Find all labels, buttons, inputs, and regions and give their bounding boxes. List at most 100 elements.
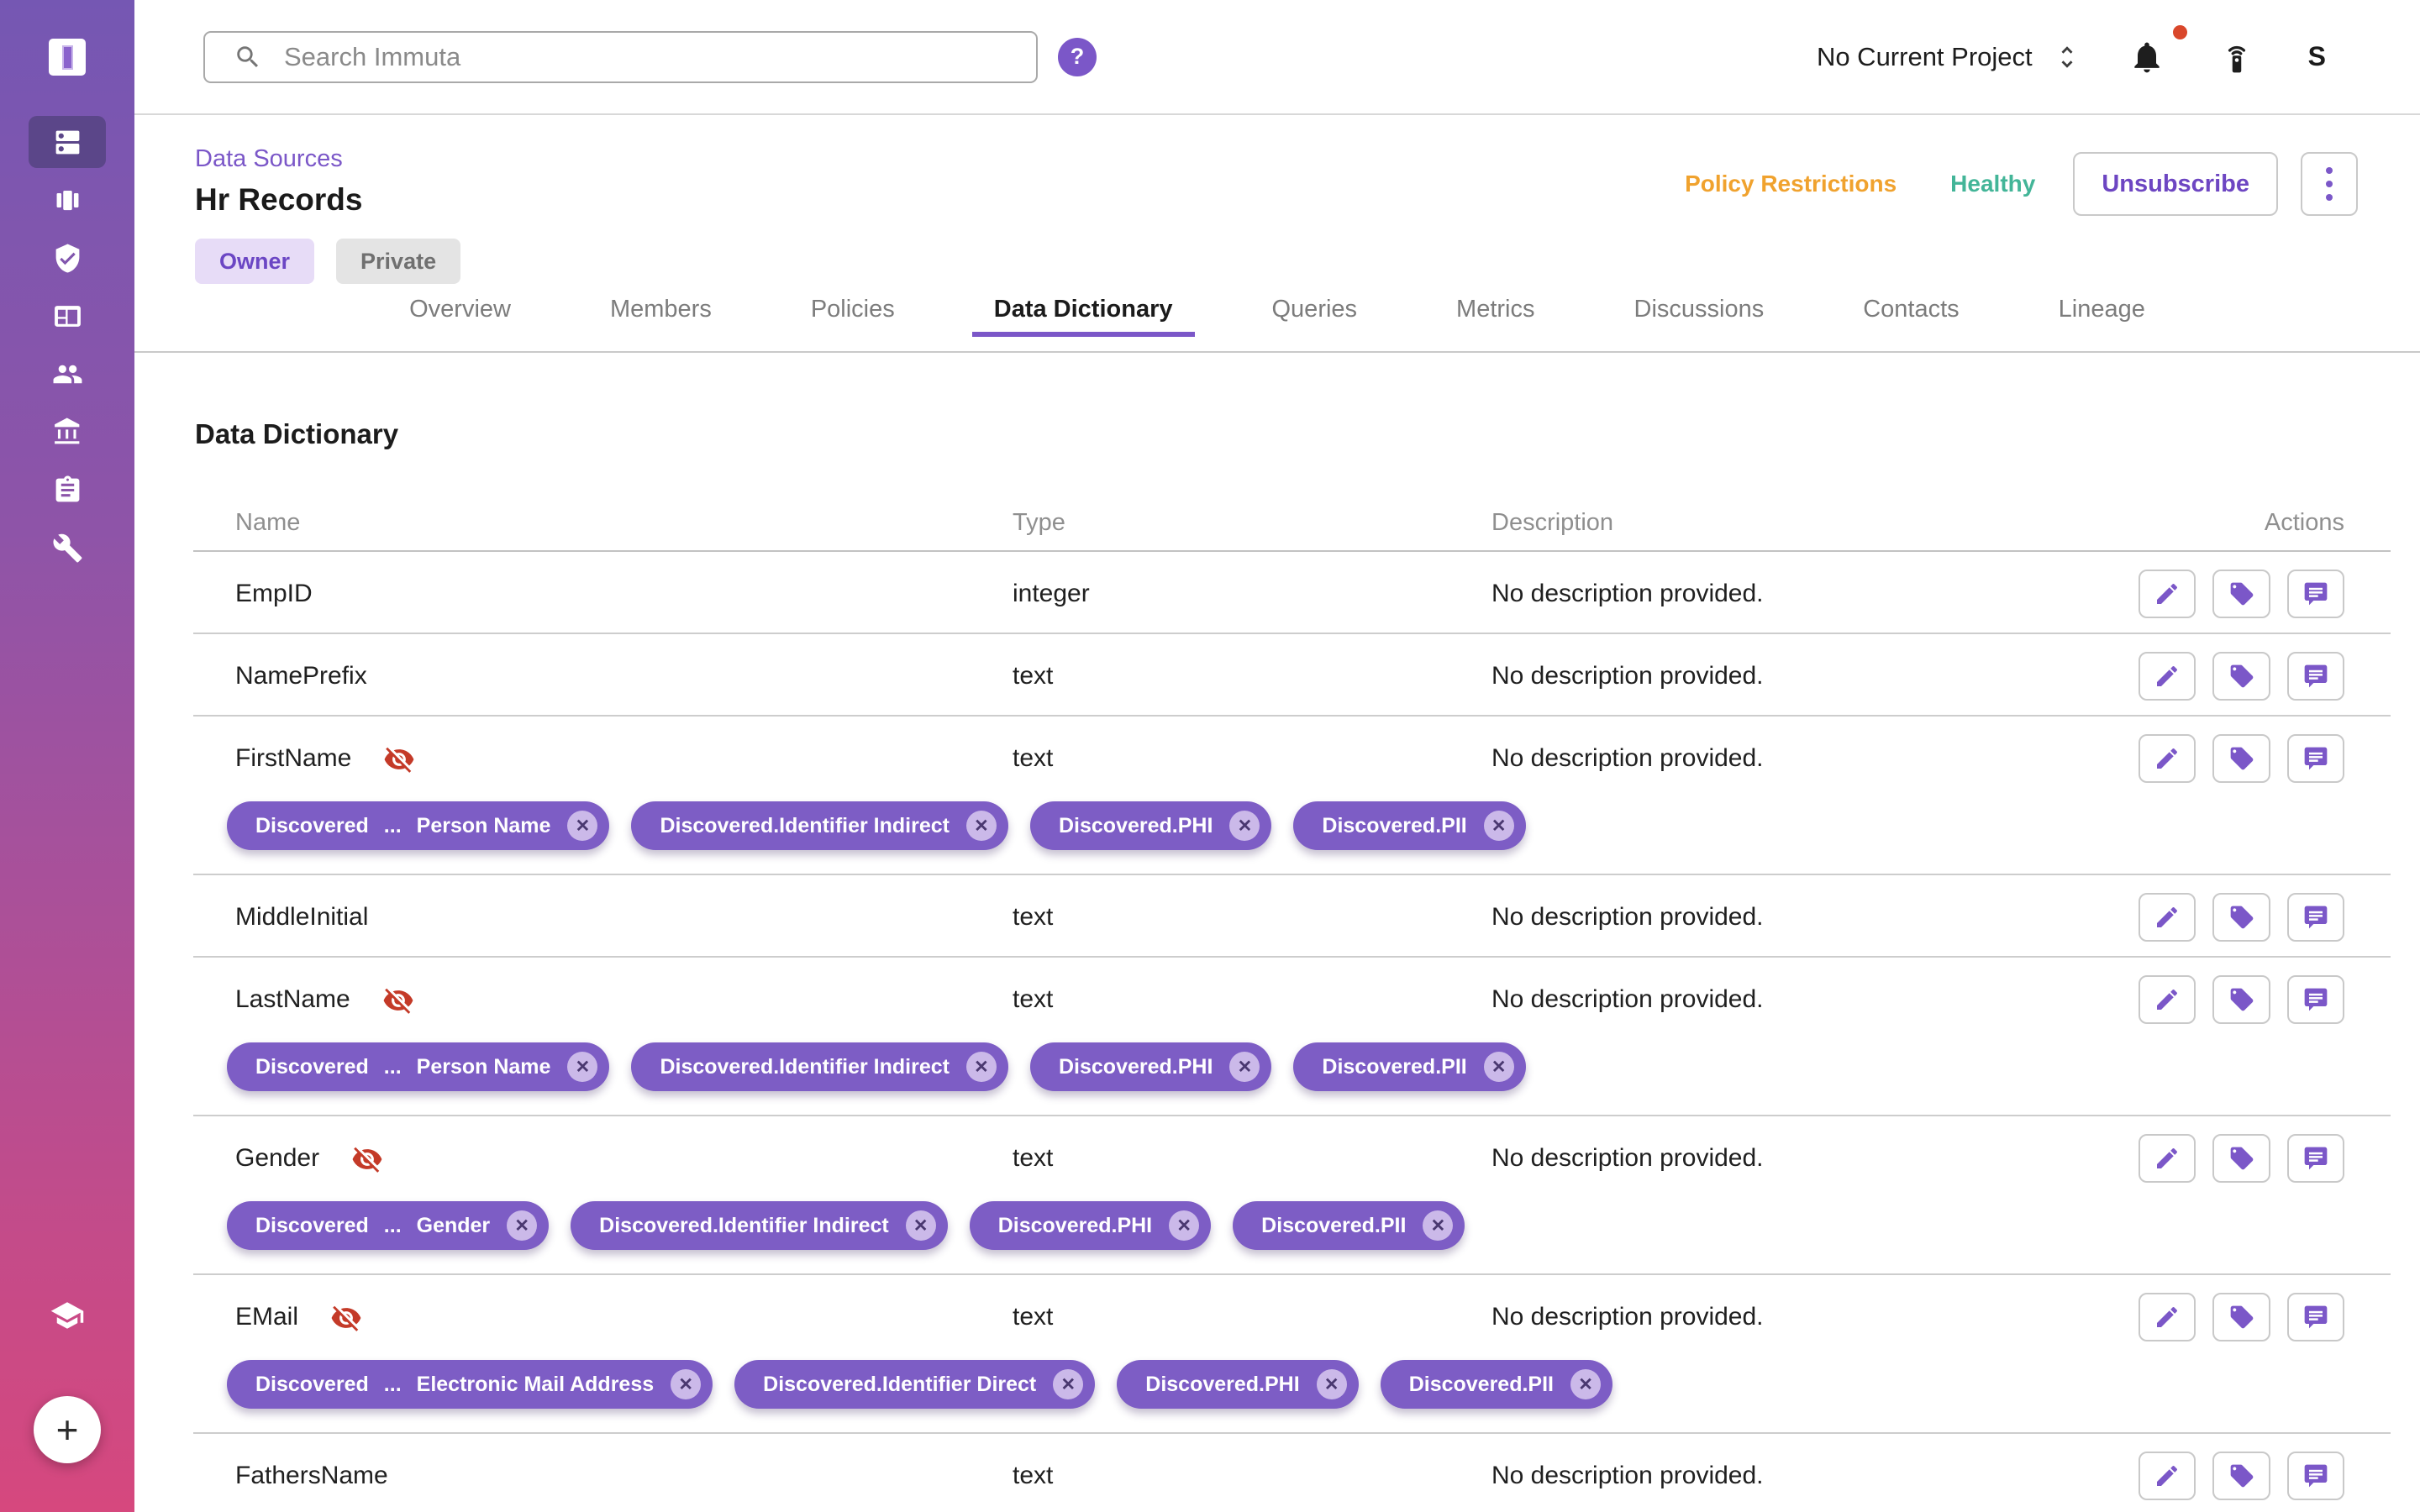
table-row: MiddleInitial text No description provid… xyxy=(193,875,2391,958)
edit-description-button[interactable] xyxy=(2139,893,2196,942)
tab-members[interactable]: Members xyxy=(588,287,734,337)
comments-button[interactable] xyxy=(2287,1293,2344,1341)
tag-pill[interactable]: Discovered.PII xyxy=(1293,1042,1525,1091)
comments-button[interactable] xyxy=(2287,1134,2344,1183)
remove-tag-icon[interactable] xyxy=(567,811,597,841)
sidebar-item-dashboard[interactable] xyxy=(29,290,106,342)
remove-tag-icon[interactable] xyxy=(906,1210,936,1241)
tag-pill[interactable]: Discovered.PHI xyxy=(970,1201,1211,1250)
comments-button[interactable] xyxy=(2287,893,2344,942)
edit-description-button[interactable] xyxy=(2139,1452,2196,1500)
sidebar-item-bank[interactable] xyxy=(29,406,106,458)
tab-discussions[interactable]: Discussions xyxy=(1612,287,1786,337)
tab-bar: Overview Members Policies Data Dictionary Qu… xyxy=(134,287,2420,337)
edit-tags-button[interactable] xyxy=(2212,570,2270,618)
remove-tag-icon[interactable] xyxy=(1229,811,1260,841)
remove-tag-icon[interactable] xyxy=(1484,811,1514,841)
edit-tags-button[interactable] xyxy=(2212,893,2270,942)
avatar[interactable]: S xyxy=(2308,41,2326,72)
comment-icon xyxy=(2302,580,2329,607)
bank-icon xyxy=(52,417,83,448)
tag-pill[interactable]: Discovered...Electronic Mail Address xyxy=(227,1360,713,1409)
whats-new-button[interactable] xyxy=(2219,39,2254,75)
sidebar-item-clipboard[interactable] xyxy=(29,464,106,516)
tag-pill[interactable]: Discovered.Identifier Indirect xyxy=(631,1042,1008,1091)
edit-description-button[interactable] xyxy=(2139,1293,2196,1341)
remove-tag-icon[interactable] xyxy=(966,811,997,841)
tag-pill[interactable]: Discovered.Identifier Indirect xyxy=(571,1201,948,1250)
tab-metrics[interactable]: Metrics xyxy=(1434,287,1556,337)
health-status[interactable]: Healthy xyxy=(1950,171,2035,197)
edit-description-button[interactable] xyxy=(2139,1134,2196,1183)
notifications-button[interactable] xyxy=(2128,39,2165,76)
remove-tag-icon[interactable] xyxy=(1570,1369,1601,1399)
column-type: text xyxy=(1013,634,1491,715)
tab-contacts[interactable]: Contacts xyxy=(1841,287,1981,337)
more-options-button[interactable] xyxy=(2301,152,2358,216)
remove-tag-icon[interactable] xyxy=(567,1052,597,1082)
remove-tag-icon[interactable] xyxy=(1229,1052,1260,1082)
tag-pill[interactable]: Discovered.PHI xyxy=(1117,1360,1358,1409)
edit-description-button[interactable] xyxy=(2139,975,2196,1024)
edit-description-button[interactable] xyxy=(2139,570,2196,618)
sidebar-item-learn[interactable] xyxy=(0,1296,134,1335)
pencil-icon xyxy=(2154,1304,2181,1331)
remove-tag-icon[interactable] xyxy=(1423,1210,1453,1241)
remove-tag-icon[interactable] xyxy=(1317,1369,1347,1399)
column-type: text xyxy=(1013,1434,1491,1512)
tag-pill[interactable]: Discovered.Identifier Indirect xyxy=(631,801,1008,850)
sidebar-item-dns[interactable] xyxy=(29,116,106,168)
badge-private: Private xyxy=(336,239,460,284)
tag-pill[interactable]: Discovered...Gender xyxy=(227,1201,549,1250)
tag-pill[interactable]: Discovered.PHI xyxy=(1030,1042,1271,1091)
sidebar-item-shield-check[interactable] xyxy=(29,232,106,284)
tab-lineage[interactable]: Lineage xyxy=(2037,287,2167,337)
tag-pill[interactable]: Discovered...Person Name xyxy=(227,1042,609,1091)
remove-tag-icon[interactable] xyxy=(507,1210,537,1241)
unsubscribe-button[interactable]: Unsubscribe xyxy=(2073,152,2278,216)
tag-pill[interactable]: Discovered.PII xyxy=(1381,1360,1612,1409)
tab-queries[interactable]: Queries xyxy=(1250,287,1380,337)
edit-description-button[interactable] xyxy=(2139,734,2196,783)
tag-pill[interactable]: Discovered.PHI xyxy=(1030,801,1271,850)
search-input[interactable] xyxy=(284,42,1019,72)
sidebar-item-wrench[interactable] xyxy=(29,522,106,574)
edit-tags-button[interactable] xyxy=(2212,1293,2270,1341)
tab-policies[interactable]: Policies xyxy=(789,287,917,337)
edit-tags-button[interactable] xyxy=(2212,1134,2270,1183)
column-description: No description provided. xyxy=(1491,1275,2139,1341)
edit-tags-button[interactable] xyxy=(2212,1452,2270,1500)
project-selector[interactable]: No Current Project xyxy=(1817,42,2081,72)
comments-button[interactable] xyxy=(2287,975,2344,1024)
policy-restrictions-link[interactable]: Policy Restrictions xyxy=(1685,171,1897,197)
breadcrumb[interactable]: Data Sources xyxy=(195,145,343,173)
add-button[interactable]: + xyxy=(34,1396,101,1463)
remove-tag-icon[interactable] xyxy=(671,1369,701,1399)
edit-description-button[interactable] xyxy=(2139,652,2196,701)
edit-tags-button[interactable] xyxy=(2212,652,2270,701)
remove-tag-icon[interactable] xyxy=(1169,1210,1199,1241)
edit-tags-button[interactable] xyxy=(2212,734,2270,783)
clipboard-icon xyxy=(52,475,83,506)
edit-tags-button[interactable] xyxy=(2212,975,2270,1024)
tab-overview[interactable]: Overview xyxy=(387,287,533,337)
remove-tag-icon[interactable] xyxy=(1053,1369,1083,1399)
tag-pill[interactable]: Discovered.PII xyxy=(1233,1201,1465,1250)
sidebar-item-people[interactable] xyxy=(29,348,106,400)
dashboard-icon xyxy=(52,301,83,332)
tag-pill[interactable]: Discovered...Person Name xyxy=(227,801,609,850)
immuta-logo[interactable] xyxy=(49,39,86,76)
comments-button[interactable] xyxy=(2287,652,2344,701)
tag-pill[interactable]: Discovered.PII xyxy=(1293,801,1525,850)
pencil-icon xyxy=(2154,904,2181,931)
comments-button[interactable] xyxy=(2287,1452,2344,1500)
remove-tag-icon[interactable] xyxy=(1484,1052,1514,1082)
tab-data-dictionary[interactable]: Data Dictionary xyxy=(972,287,1195,337)
remove-tag-icon[interactable] xyxy=(966,1052,997,1082)
comments-button[interactable] xyxy=(2287,570,2344,618)
comments-button[interactable] xyxy=(2287,734,2344,783)
tag-pill[interactable]: Discovered.Identifier Direct xyxy=(734,1360,1095,1409)
help-button[interactable]: ? xyxy=(1058,38,1097,76)
sidebar-item-projects[interactable] xyxy=(29,174,106,226)
shield-check-icon xyxy=(52,243,83,274)
